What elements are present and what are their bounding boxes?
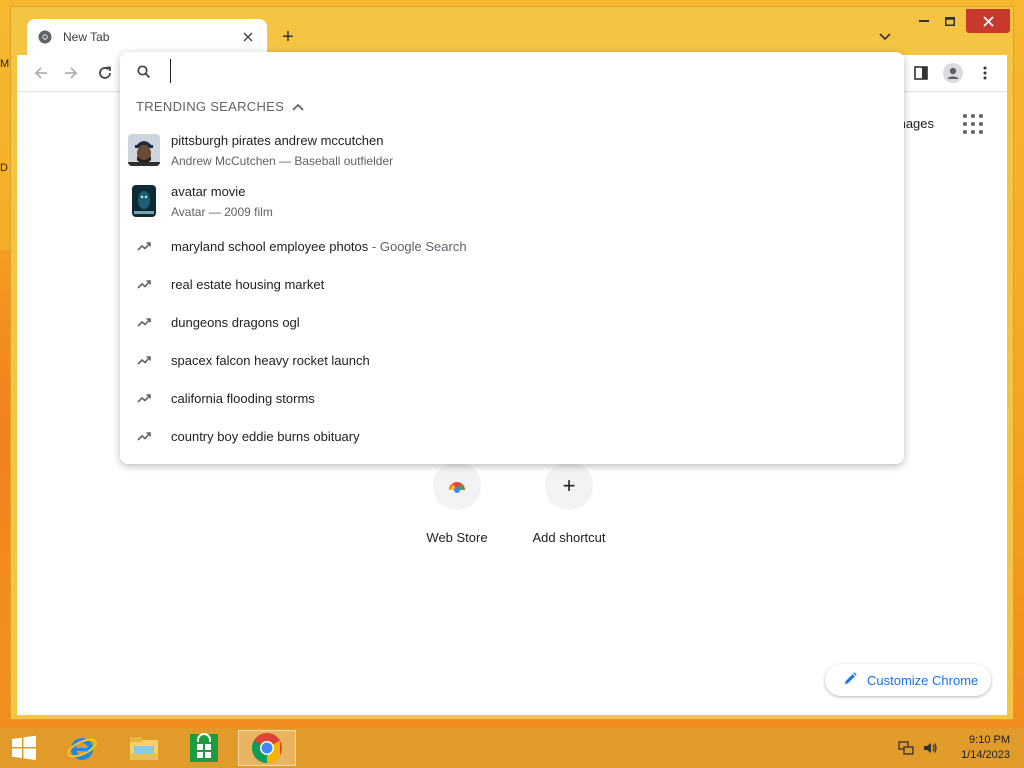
suggestion-text: avatar movie <box>171 184 246 199</box>
suggestion-suffix: - Google Search <box>371 239 467 254</box>
suggestion-text: dungeons dragons ogl <box>171 315 300 330</box>
chevron-up-icon[interactable] <box>292 100 306 114</box>
shortcut-label: Add shortcut <box>532 530 606 545</box>
windows-start-icon[interactable] <box>0 730 48 766</box>
trending-arrow-icon <box>136 428 152 444</box>
tab-title: New Tab <box>63 30 110 44</box>
windows-taskbar: 9:10 PM 1/14/2023 <box>0 728 1024 768</box>
suggestion-text: real estate housing market <box>171 277 325 292</box>
desktop-icon-label: M <box>0 58 10 70</box>
maximize-button[interactable] <box>937 9 963 33</box>
omnibox-input[interactable] <box>170 59 870 83</box>
customize-chrome-button[interactable]: Customize Chrome <box>825 664 991 696</box>
suggestion-thumbnail <box>128 134 160 166</box>
desktop-icon-label: D <box>0 162 8 174</box>
omnibox-dropdown: TRENDING SEARCHES pittsburgh pirates and… <box>120 52 904 464</box>
minimize-button[interactable] <box>911 9 937 33</box>
trending-arrow-icon <box>136 352 152 368</box>
chrome-taskbar-icon[interactable] <box>238 730 296 766</box>
add-shortcut-plus-icon: + <box>545 462 593 510</box>
google-apps-icon[interactable] <box>961 112 985 136</box>
clock-time: 9:10 PM <box>969 734 1010 746</box>
suggestion-text: pittsburgh pirates andrew mccutchen <box>171 133 384 148</box>
shortcut-web-store[interactable]: Web Store <box>407 462 507 545</box>
side-panel-icon[interactable] <box>909 61 933 85</box>
suggestion-thumbnail <box>132 185 156 217</box>
suggestion-item[interactable]: pittsburgh pirates andrew mccutchen Andr… <box>120 125 904 176</box>
tab-new-tab[interactable]: New Tab <box>27 19 267 55</box>
close-window-button[interactable] <box>966 9 1010 33</box>
speaker-icon[interactable] <box>922 740 938 756</box>
system-clock[interactable]: 9:10 PM 1/14/2023 <box>950 733 1010 763</box>
suggestion-item[interactable]: avatar movie Avatar — 2009 film <box>120 176 904 227</box>
reload-icon[interactable] <box>93 61 117 85</box>
suggestion-item[interactable]: real estate housing market <box>120 265 904 303</box>
suggestion-subtitle: Avatar — 2009 film <box>171 205 273 219</box>
pencil-icon <box>843 671 857 689</box>
trending-searches-header[interactable]: TRENDING SEARCHES <box>136 99 306 114</box>
windows-store-icon[interactable] <box>176 730 232 766</box>
shortcut-add[interactable]: + Add shortcut <box>519 462 619 545</box>
tab-search-chevron-icon[interactable] <box>875 27 895 47</box>
trending-arrow-icon <box>136 276 152 292</box>
suggestion-item[interactable]: maryland school employee photos - Google… <box>120 227 904 265</box>
customize-chrome-label: Customize Chrome <box>867 672 979 688</box>
network-icon[interactable] <box>898 740 914 756</box>
suggestion-item[interactable]: california flooding storms <box>120 379 904 417</box>
profile-avatar-icon[interactable] <box>941 61 965 85</box>
file-explorer-icon[interactable] <box>116 730 172 766</box>
suggestion-item[interactable]: country boy eddie burns obituary <box>120 417 904 455</box>
forward-arrow-icon[interactable] <box>59 61 83 85</box>
trending-arrow-icon <box>136 238 152 254</box>
internet-explorer-icon[interactable] <box>54 730 110 766</box>
chrome-favicon-icon <box>37 29 53 45</box>
suggestion-item[interactable]: dungeons dragons ogl <box>120 303 904 341</box>
new-tab-button[interactable]: + <box>275 24 301 50</box>
web-store-icon <box>433 462 481 510</box>
suggestion-text: maryland school employee photos - Google… <box>171 239 467 254</box>
clock-date: 1/14/2023 <box>961 749 1010 761</box>
trending-searches-title: TRENDING SEARCHES <box>136 99 285 114</box>
suggestion-item[interactable]: spacex falcon heavy rocket launch <box>120 341 904 379</box>
suggestion-subtitle: Andrew McCutchen — Baseball outfielder <box>171 154 394 168</box>
menu-kebab-icon[interactable] <box>973 61 997 85</box>
shortcut-label: Web Store <box>426 530 488 545</box>
title-bar: New Tab + <box>11 7 1013 55</box>
trending-arrow-icon <box>136 390 152 406</box>
suggestion-text: country boy eddie burns obituary <box>171 429 360 444</box>
trending-arrow-icon <box>136 314 152 330</box>
suggestion-text: california flooding storms <box>171 391 315 406</box>
tab-close-icon[interactable] <box>239 28 257 46</box>
search-icon <box>136 64 152 80</box>
suggestion-text: spacex falcon heavy rocket launch <box>171 353 370 368</box>
back-arrow-icon[interactable] <box>29 61 53 85</box>
